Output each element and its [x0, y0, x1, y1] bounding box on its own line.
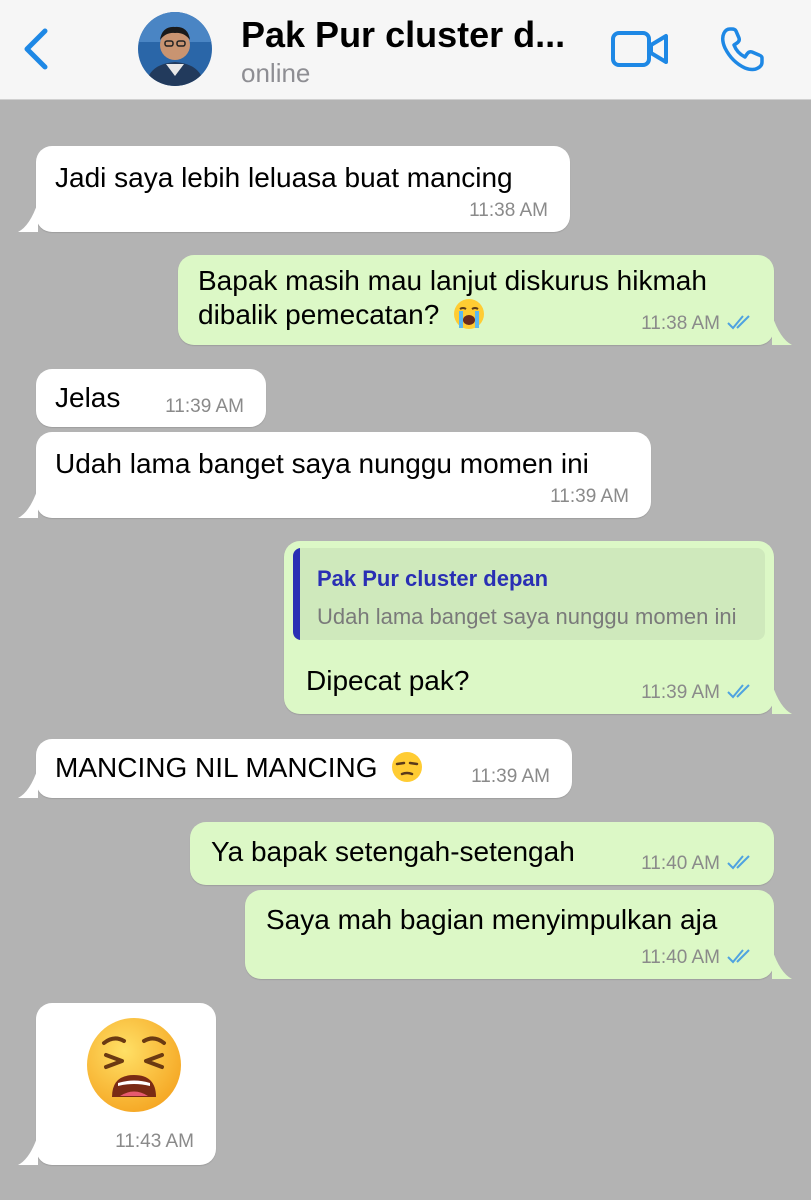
- bubble-tail: [772, 684, 792, 714]
- voice-call-button[interactable]: [718, 24, 768, 74]
- bubble-tail: [772, 315, 792, 345]
- contact-avatar[interactable]: [138, 12, 212, 86]
- bubble-tail: [772, 949, 792, 979]
- message-time: 11:39 AM: [550, 486, 629, 507]
- message-text-label: MANCING NIL MANCING: [55, 752, 378, 783]
- contact-status: online: [241, 58, 311, 88]
- outgoing-message[interactable]: Bapak masih mau lanjut diskurus hikmah d…: [178, 255, 792, 345]
- chat-header: Pak Pur cluster d... online: [0, 0, 811, 100]
- video-camera-icon: [611, 31, 668, 67]
- message-text: Saya mah bagian menyimpulkan aja: [266, 904, 718, 935]
- contact-name[interactable]: Pak Pur cluster d...: [241, 14, 591, 56]
- message-text: MANCING NIL MANCING: [55, 751, 423, 784]
- message-text: Jadi saya lebih leluasa buat mancing: [55, 162, 513, 193]
- message-text: Bapak masih mau lanjut diskurus hikmah: [198, 265, 707, 296]
- quote-bar: [293, 548, 300, 640]
- message-time: 11:39 AM: [641, 682, 720, 703]
- loudly-crying-face-icon: [454, 298, 485, 329]
- bubble-tail: [18, 488, 38, 518]
- outgoing-message[interactable]: Saya mah bagian menyimpulkan aja 11:40 A…: [245, 890, 792, 979]
- incoming-message[interactable]: Jelas 11:39 AM: [36, 369, 266, 427]
- weary-face-icon: [87, 1018, 181, 1112]
- message-time: 11:40 AM: [641, 853, 720, 874]
- read-receipt-icon: [727, 855, 750, 870]
- message-time: 11:38 AM: [641, 313, 720, 334]
- message-text: Dipecat pak?: [306, 665, 470, 696]
- quoted-message[interactable]: Pak Pur cluster depan Udah lama banget s…: [293, 548, 765, 640]
- read-receipt-icon: [727, 684, 750, 699]
- message-text: Ya bapak setengah-setengah: [211, 836, 575, 867]
- bubble-tail: [18, 1135, 38, 1165]
- unamused-face-icon: [392, 751, 423, 782]
- back-button[interactable]: [18, 24, 54, 74]
- message-text: Udah lama banget saya nunggu momen ini: [55, 448, 589, 479]
- message-time: 11:43 AM: [115, 1131, 194, 1152]
- quoted-sender: Pak Pur cluster depan: [317, 566, 549, 591]
- read-receipt-icon: [727, 315, 750, 330]
- message-text: Jelas: [55, 382, 121, 413]
- quoted-text: Udah lama banget saya nunggu momen ini: [317, 604, 737, 629]
- incoming-emoji-message[interactable]: 11:43 AM: [18, 1003, 216, 1165]
- bubble-tail: [18, 768, 38, 798]
- message-time: 11:38 AM: [469, 200, 548, 221]
- phone-icon: [720, 27, 764, 72]
- incoming-message[interactable]: Jadi saya lebih leluasa buat mancing 11:…: [18, 146, 570, 232]
- incoming-message[interactable]: Udah lama banget saya nunggu momen ini 1…: [18, 432, 651, 518]
- message-time: 11:39 AM: [165, 396, 244, 417]
- incoming-message[interactable]: MANCING NIL MANCING 11:39 AM: [18, 739, 572, 798]
- message-text-line2-label: dibalik pemecatan?: [198, 299, 440, 330]
- read-receipt-icon: [727, 949, 750, 964]
- message-text-line2: dibalik pemecatan?: [198, 298, 485, 331]
- message-time: 11:40 AM: [641, 947, 720, 968]
- outgoing-message[interactable]: Ya bapak setengah-setengah 11:40 AM: [190, 822, 774, 885]
- bubble-tail: [18, 202, 38, 232]
- video-call-button[interactable]: [610, 28, 670, 72]
- outgoing-reply-message[interactable]: Pak Pur cluster depan Udah lama banget s…: [284, 541, 792, 714]
- message-time: 11:39 AM: [471, 766, 550, 787]
- chevron-left-icon: [24, 28, 48, 70]
